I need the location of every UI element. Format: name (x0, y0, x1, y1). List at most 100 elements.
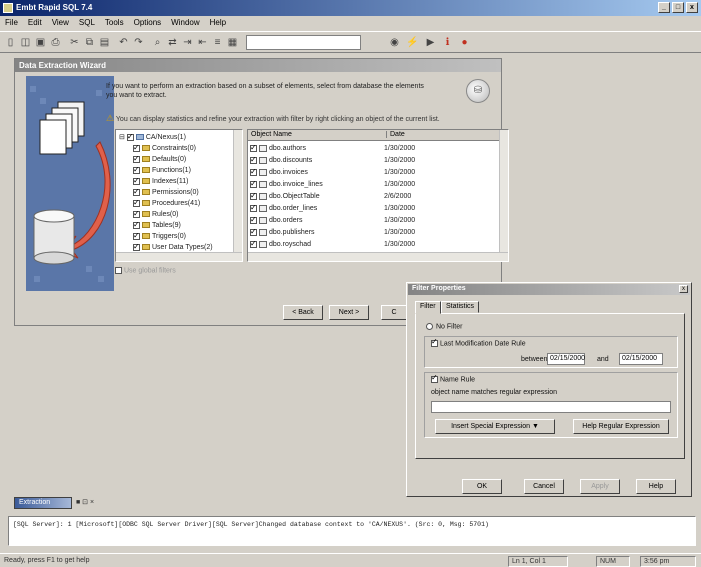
next-button[interactable]: Next > (329, 305, 369, 320)
list-item[interactable]: dbo.ObjectTable2/6/2000 (248, 190, 500, 202)
list-item[interactable]: dbo.invoice_lines1/30/2000 (248, 178, 500, 190)
tree-vertical-scrollbar[interactable] (233, 130, 242, 261)
regex-label: object name matches regular expression (431, 389, 558, 396)
name-rule-option[interactable]: Name Rule (431, 373, 475, 383)
column-header-object-name[interactable]: Object Name (251, 131, 292, 138)
list-item[interactable]: dbo.royschad1/30/2000 (248, 238, 500, 250)
row-checkbox[interactable] (250, 154, 257, 165)
tree-horizontal-scrollbar[interactable] (116, 252, 242, 261)
menu-view[interactable]: View (47, 16, 74, 27)
table-icon (259, 180, 267, 188)
folder-icon (142, 178, 150, 185)
maximize-button[interactable]: □ (672, 2, 684, 13)
apply-button[interactable]: Apply (580, 479, 620, 494)
help-button[interactable]: Help (636, 479, 676, 494)
outdent-icon[interactable]: ⇤ (196, 36, 209, 49)
tab-filter[interactable]: Filter (415, 301, 441, 314)
row-checkbox[interactable] (250, 166, 257, 177)
no-filter-radio[interactable] (426, 323, 433, 330)
list-item[interactable]: dbo.authors1/30/2000 (248, 142, 500, 154)
object-type-tree[interactable]: ⊟ CA/Nexus(1) Constraints(0) Defaults(0)… (115, 129, 243, 262)
execute-icon[interactable]: ▶ (424, 36, 437, 49)
info-icon[interactable]: ℹ (441, 36, 454, 49)
list-item[interactable]: dbo.invoices1/30/2000 (248, 166, 500, 178)
menu-bar: File Edit View SQL Tools Options Window Help (0, 16, 701, 30)
close-button[interactable]: x (686, 2, 698, 13)
database-icon[interactable]: ◉ (388, 36, 401, 49)
cancel-button[interactable]: Cancel (524, 479, 564, 494)
list-item[interactable]: dbo.orders1/30/2000 (248, 214, 500, 226)
dialog-close-button[interactable]: x (679, 285, 688, 293)
insert-special-expression-button[interactable]: Insert Special Expression ▼ (435, 419, 555, 434)
grid-icon[interactable]: ▦ (226, 36, 239, 49)
redo-icon[interactable]: ↷ (132, 36, 145, 49)
no-filter-option[interactable]: No Filter (426, 323, 462, 330)
list-item[interactable]: dbo.order_lines1/30/2000 (248, 202, 500, 214)
task-controls[interactable]: ■ ⊡ × (76, 497, 94, 509)
use-global-filters-option[interactable]: Use global filters (115, 267, 176, 274)
row-checkbox[interactable] (250, 214, 257, 225)
cut-icon[interactable]: ✂ (68, 36, 81, 49)
date-to-field[interactable]: 02/15/2000 (619, 353, 663, 365)
menu-options[interactable]: Options (129, 16, 167, 27)
save-icon[interactable]: ▣ (34, 36, 47, 49)
tree-checkbox[interactable] (133, 208, 140, 219)
open-icon[interactable]: ◫ (19, 36, 32, 49)
menu-file[interactable]: File (0, 16, 23, 27)
tab-statistics[interactable]: Statistics (441, 301, 480, 313)
find-icon[interactable]: ⌕ (151, 36, 164, 49)
stop-icon[interactable]: ● (458, 36, 471, 49)
cancel-button[interactable]: C (381, 305, 407, 320)
indent-icon[interactable]: ⇥ (181, 36, 194, 49)
column-header-date[interactable]: Date (386, 131, 405, 138)
back-button[interactable]: < Back (283, 305, 323, 320)
regex-input[interactable] (431, 401, 671, 413)
use-global-filters-checkbox[interactable] (115, 267, 122, 274)
menu-tools[interactable]: Tools (100, 16, 129, 27)
replace-icon[interactable]: ⇄ (166, 36, 179, 49)
undo-icon[interactable]: ↶ (117, 36, 130, 49)
tree-checkbox[interactable] (133, 153, 140, 164)
tree-checkbox[interactable] (133, 186, 140, 197)
tree-checkbox[interactable] (126, 131, 134, 142)
name-rule-checkbox[interactable] (431, 373, 438, 383)
messages-pane[interactable]: [SQL Server]: 1 [Microsoft][ODBC SQL Ser… (8, 516, 696, 546)
last-modification-rule[interactable]: Last Modification Date Rule (431, 337, 526, 347)
tree-checkbox[interactable] (133, 219, 140, 230)
menu-sql[interactable]: SQL (74, 16, 100, 27)
menu-edit[interactable]: Edit (23, 16, 47, 27)
menu-help[interactable]: Help (205, 16, 231, 27)
tree-checkbox[interactable] (133, 164, 140, 175)
copy-icon[interactable]: ⧉ (83, 36, 96, 49)
tree-checkbox[interactable] (133, 142, 140, 153)
print-icon[interactable]: ⎙ (49, 36, 62, 49)
help-regular-expression-button[interactable]: Help Regular Expression (573, 419, 669, 434)
tree-checkbox[interactable] (133, 241, 140, 252)
ok-button[interactable]: OK (462, 479, 502, 494)
paste-icon[interactable]: ▤ (98, 36, 111, 49)
date-from-field[interactable]: 02/15/2000 (547, 353, 585, 365)
task-item-extraction[interactable]: Extraction (14, 497, 72, 509)
new-icon[interactable]: ▯ (4, 36, 17, 49)
tree-checkbox[interactable] (133, 175, 140, 186)
list-horizontal-scrollbar[interactable] (248, 252, 508, 261)
object-list[interactable]: Object Name Date dbo.authors1/30/2000 db… (247, 129, 509, 262)
row-checkbox[interactable] (250, 226, 257, 237)
menu-window[interactable]: Window (166, 16, 204, 27)
connect-icon[interactable]: ⚡ (406, 36, 419, 49)
comment-icon[interactable]: ≡ (211, 36, 224, 49)
table-icon (259, 144, 267, 152)
toolbar-combo-1[interactable] (246, 35, 361, 50)
tree-checkbox[interactable] (133, 230, 140, 241)
list-vertical-scrollbar[interactable] (499, 130, 508, 261)
minimize-button[interactable]: _ (658, 2, 670, 13)
row-checkbox[interactable] (250, 142, 257, 153)
list-item[interactable]: dbo.publishers1/30/2000 (248, 226, 500, 238)
row-checkbox[interactable] (250, 238, 257, 249)
tree-checkbox[interactable] (133, 197, 140, 208)
row-checkbox[interactable] (250, 190, 257, 201)
row-checkbox[interactable] (250, 178, 257, 189)
row-checkbox[interactable] (250, 202, 257, 213)
list-item[interactable]: dbo.discounts1/30/2000 (248, 154, 500, 166)
last-modification-checkbox[interactable] (431, 337, 438, 347)
